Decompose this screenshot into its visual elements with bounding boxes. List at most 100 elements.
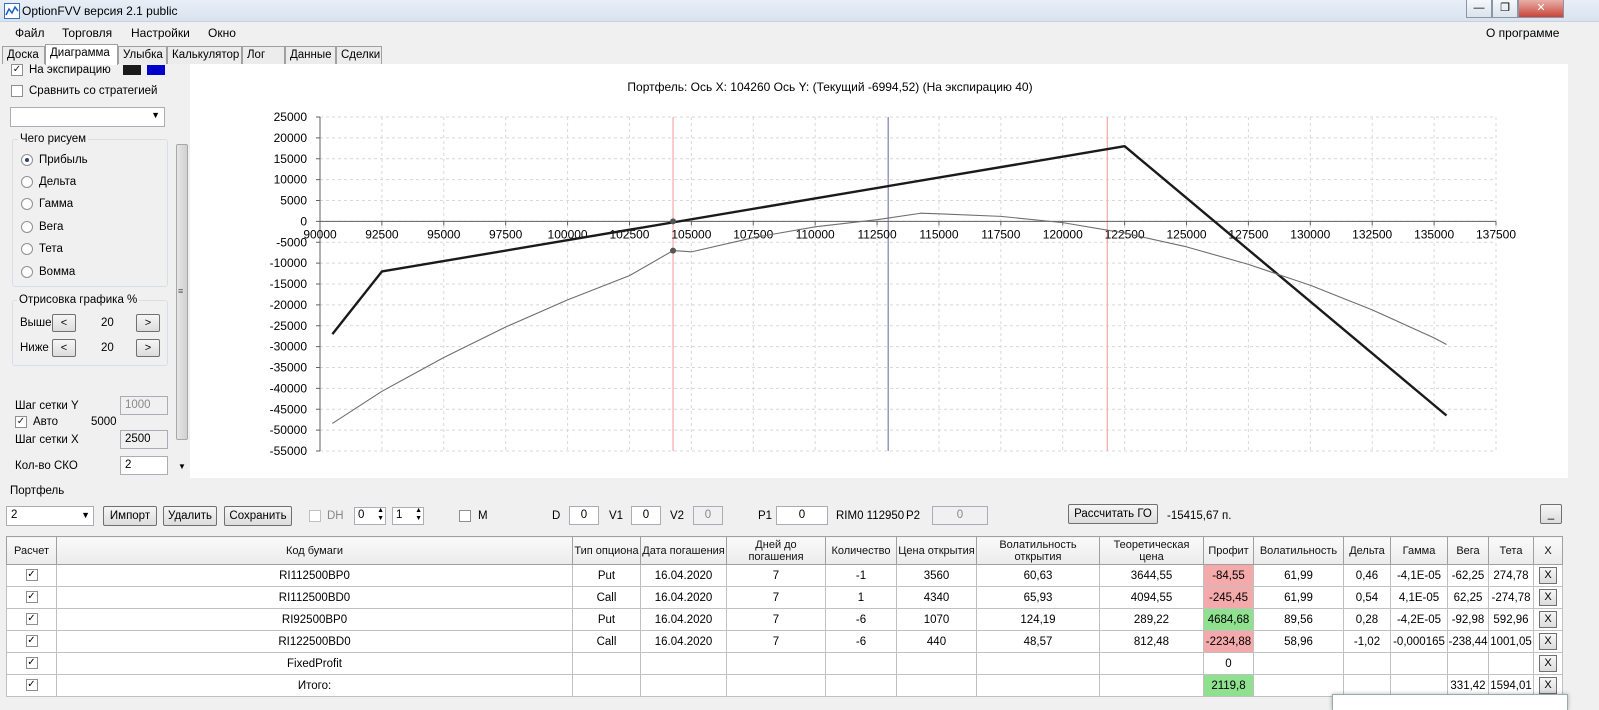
calc-go-button[interactable]: Рассчитать ГО: [1068, 504, 1158, 524]
cell-type[interactable]: Put: [572, 564, 641, 587]
cell-profit[interactable]: 0: [1203, 652, 1254, 675]
cell-theo[interactable]: 289,22: [1099, 608, 1204, 631]
spin2-input[interactable]: 1 ▲ ▼: [392, 507, 424, 525]
cell-vol-open[interactable]: [976, 674, 1100, 697]
restore-button[interactable]: ❐: [1492, 0, 1518, 18]
cell-type[interactable]: Put: [572, 608, 641, 631]
menu-trade[interactable]: Торговля: [62, 26, 112, 40]
cell-vol[interactable]: 89,56: [1253, 608, 1344, 631]
col-vega-header[interactable]: Вега: [1447, 536, 1489, 565]
step-x-input[interactable]: 2500: [120, 430, 168, 449]
spin-arrows-icon[interactable]: ▲ ▼: [377, 507, 384, 523]
above-decrease-button[interactable]: <: [52, 314, 76, 332]
radio-delta[interactable]: [21, 176, 33, 188]
cell-code[interactable]: Итого:: [56, 674, 573, 697]
sko-input[interactable]: 2: [120, 456, 168, 475]
col-price-header[interactable]: Цена открытия: [896, 536, 977, 565]
col-type-header[interactable]: Тип опциона: [572, 536, 641, 565]
cell-vega[interactable]: [1447, 652, 1489, 675]
minimize-panel-button[interactable]: _: [1540, 504, 1562, 524]
cell-type[interactable]: Call: [572, 586, 641, 609]
cell-code[interactable]: RI92500BP0: [56, 608, 573, 631]
tab-diagram[interactable]: Диаграмма: [45, 44, 118, 65]
above-increase-button[interactable]: >: [136, 314, 160, 332]
cell-gamma[interactable]: 4,1E-05: [1390, 586, 1448, 609]
cell-qty[interactable]: -6: [825, 630, 897, 653]
cell-code[interactable]: FixedProfit: [56, 652, 573, 675]
cell-theo[interactable]: 4094,55: [1099, 586, 1204, 609]
radio-vega[interactable]: [21, 221, 33, 233]
cell-vol-open[interactable]: [976, 652, 1100, 675]
below-decrease-button[interactable]: <: [52, 339, 76, 357]
cell-delta[interactable]: 0,28: [1343, 608, 1391, 631]
cell-vega[interactable]: -92,98: [1447, 608, 1489, 631]
cell-vol-open[interactable]: 65,93: [976, 586, 1100, 609]
cell-date[interactable]: 16.04.2020: [640, 586, 727, 609]
cell-profit[interactable]: -84,55: [1203, 564, 1254, 587]
cell-theo[interactable]: [1099, 652, 1204, 675]
tab-smile[interactable]: Улыбка: [118, 46, 167, 65]
dh-checkbox[interactable]: [309, 510, 321, 522]
calc-cell[interactable]: ✓: [6, 674, 57, 697]
remove-row-button[interactable]: X: [1539, 633, 1557, 650]
cell-vega[interactable]: -238,44: [1447, 630, 1489, 653]
cell-delta[interactable]: [1343, 652, 1391, 675]
cell-vol-open[interactable]: 48,57: [976, 630, 1100, 653]
remove-row-button[interactable]: X: [1539, 611, 1557, 628]
table-row[interactable]: ✓ RI92500BP0 Put 16.04.2020 7 -6 1070 124,19 289…: [6, 608, 1563, 631]
table-row[interactable]: ✓ FixedProfit 0 X: [6, 652, 1563, 675]
cell-type[interactable]: Call: [572, 630, 641, 653]
radio-profit[interactable]: [21, 154, 33, 166]
radio-gamma[interactable]: [21, 198, 33, 210]
delete-button[interactable]: Удалить: [163, 506, 217, 526]
cell-vol[interactable]: 61,99: [1253, 564, 1344, 587]
cell-days[interactable]: 7: [726, 630, 826, 653]
radio-theta[interactable]: [21, 243, 33, 255]
table-row[interactable]: ✓ RI112500BD0 Call 16.04.2020 7 1 4340 65,93 409…: [6, 586, 1563, 609]
cell-type[interactable]: [572, 674, 641, 697]
cell-profit[interactable]: -2234,88: [1203, 630, 1254, 653]
col-gamma-header[interactable]: Гамма: [1390, 536, 1448, 565]
cell-delta[interactable]: 0,54: [1343, 586, 1391, 609]
cell-date[interactable]: 16.04.2020: [640, 630, 727, 653]
col-theta-header[interactable]: Тета: [1488, 536, 1534, 565]
cell-price[interactable]: 440: [896, 630, 977, 653]
cell-theo[interactable]: 3644,55: [1099, 564, 1204, 587]
col-vol-header[interactable]: Волатильность: [1253, 536, 1344, 565]
close-window-button[interactable]: ✕: [1518, 0, 1564, 18]
cell-delta[interactable]: -1,02: [1343, 630, 1391, 653]
cell-theta[interactable]: 274,78: [1488, 564, 1534, 587]
spin-arrows-icon[interactable]: ▲ ▼: [415, 507, 422, 523]
cell-profit[interactable]: 4684,68: [1203, 608, 1254, 631]
cell-vol-open[interactable]: 60,63: [976, 564, 1100, 587]
remove-row-button[interactable]: X: [1539, 567, 1557, 584]
col-delta-header[interactable]: Дельта: [1343, 536, 1391, 565]
p2-input[interactable]: 0: [932, 506, 988, 525]
table-row[interactable]: ✓ RI112500BP0 Put 16.04.2020 7 -1 3560 60,63 364…: [6, 564, 1563, 587]
cell-vol[interactable]: [1253, 674, 1344, 697]
cell-vol[interactable]: [1253, 652, 1344, 675]
cell-vega[interactable]: -62,25: [1447, 564, 1489, 587]
table-row[interactable]: ✓ Итого: 2119,8 331,42 1594,01 X: [6, 674, 1563, 697]
cell-theta[interactable]: -274,78: [1488, 586, 1534, 609]
cell-qty[interactable]: -1: [825, 564, 897, 587]
import-button[interactable]: Импорт: [103, 506, 157, 526]
expiry-checkbox[interactable]: ✓: [11, 64, 23, 76]
cell-theo[interactable]: 812,48: [1099, 630, 1204, 653]
cell-qty[interactable]: [825, 674, 897, 697]
col-days-header[interactable]: Дней до погашения: [726, 536, 826, 565]
menu-file[interactable]: Файл: [15, 26, 45, 40]
calc-checkbox[interactable]: ✓: [25, 569, 38, 582]
d-input[interactable]: 0: [569, 506, 599, 525]
calc-checkbox[interactable]: ✓: [25, 635, 38, 648]
v2-input[interactable]: 0: [693, 506, 723, 525]
cell-vol[interactable]: 58,96: [1253, 630, 1344, 653]
col-date-header[interactable]: Дата погашения: [640, 536, 727, 565]
tab-calculator[interactable]: Калькулятор: [167, 46, 242, 65]
panel-scrollbar[interactable]: ≡ ▼: [174, 64, 190, 478]
remove-row-button[interactable]: X: [1539, 655, 1557, 672]
cell-theo[interactable]: [1099, 674, 1204, 697]
cell-qty[interactable]: 1: [825, 586, 897, 609]
calc-cell[interactable]: ✓: [6, 652, 57, 675]
menu-about[interactable]: О программе: [1486, 26, 1559, 40]
